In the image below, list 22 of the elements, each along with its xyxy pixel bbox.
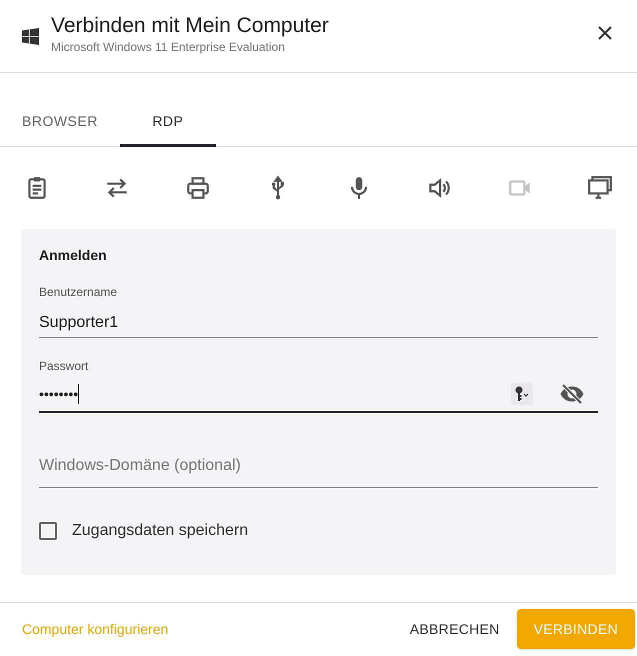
dialog-subtitle: Microsoft Windows 11 Enterprise Evaluation (51, 39, 286, 55)
field-label: Benutzername (39, 284, 118, 301)
eye-crossed-icon[interactable] (559, 383, 585, 405)
windows-logo-icon (22, 28, 39, 45)
remember-checkbox[interactable] (39, 522, 57, 540)
field-placeholder: Windows-Domäne (optional) (39, 456, 241, 476)
field-label: Passwort (39, 358, 90, 375)
key-dropdown-icon[interactable] (511, 383, 533, 405)
remember-label[interactable]: Zugangsdaten speichern (72, 519, 248, 543)
printer-icon[interactable] (184, 175, 211, 201)
text-cursor (78, 384, 80, 404)
username-field[interactable]: Benutzername Supporter1 (39, 283, 598, 338)
password-field[interactable]: Passwort •••••••• (39, 357, 598, 413)
cancel-button[interactable]: ABBRECHEN (400, 609, 510, 649)
dialog-title: Verbinden mit Mein Computer (51, 13, 330, 39)
domain-field[interactable]: Windows-Domäne (optional) (39, 432, 598, 488)
field-value: •••••••• (39, 384, 78, 404)
field-value: Supporter1 (39, 313, 120, 333)
tab[interactable]: BROWSER (0, 99, 120, 147)
monitor-icon[interactable] (586, 175, 613, 201)
section-heading: Anmelden (39, 246, 108, 265)
tab[interactable]: RDP (120, 99, 216, 147)
